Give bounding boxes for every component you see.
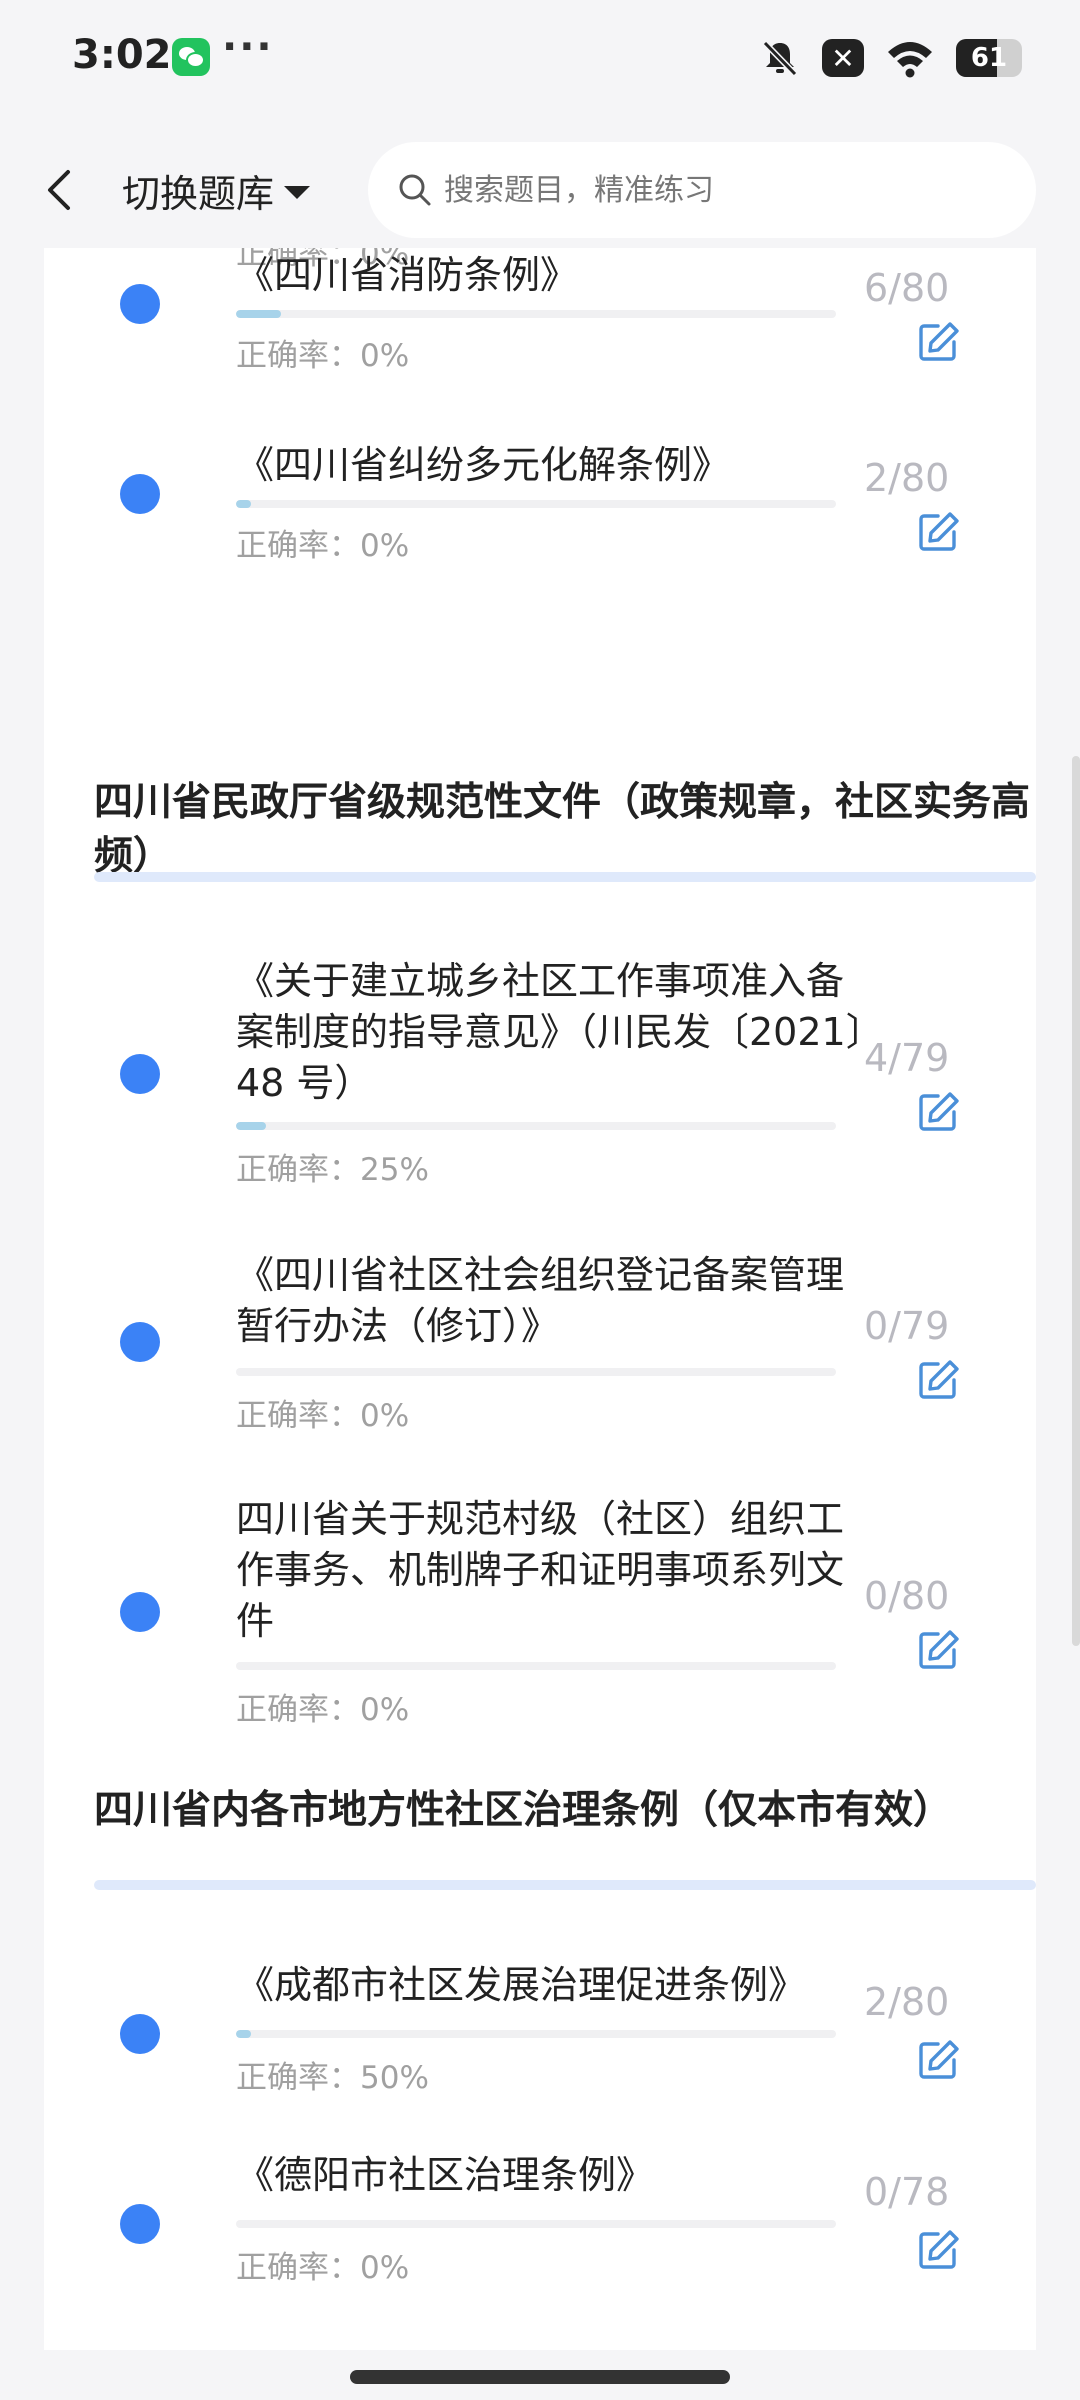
section-title: 四川省民政厅省级规范性文件（政策规章，社区实务高频） — [94, 780, 1031, 879]
item-title: 《关于建立城乡社区工作事项准入备案制度的指导意见》（川民发〔2021〕48 号） — [236, 959, 865, 1105]
edit-icon[interactable] — [916, 2228, 960, 2272]
status-bar: 3:02 ··· ✕ 61 — [0, 0, 1080, 120]
edit-icon[interactable] — [916, 1090, 960, 1134]
section-title: 四川省内各市地方性社区治理条例（仅本市有效） — [94, 1788, 953, 1833]
section-underline — [94, 872, 1036, 882]
progress-track — [236, 1122, 836, 1130]
progress-fill — [236, 500, 251, 508]
item-title: 《成都市社区发展治理促进条例》 — [236, 1963, 807, 2007]
status-dot — [120, 1054, 160, 1094]
status-dot — [120, 1322, 160, 1362]
item-title: 《四川省社区社会组织登记备案管理暂行办法（修订）》 — [236, 1253, 845, 1348]
status-dot — [120, 2014, 160, 2054]
progress-track — [236, 500, 836, 508]
progress-track — [236, 2030, 836, 2038]
accuracy-text: 正确率：0% — [236, 528, 410, 564]
edit-icon[interactable] — [916, 320, 960, 364]
item-title: 四川省关于规范村级（社区）组织工作事务、机制牌子和证明事项系列文件 — [236, 1497, 845, 1643]
x-badge-icon: ✕ — [822, 39, 864, 77]
status-dot — [120, 284, 160, 324]
switch-bank-label: 切换题库 — [122, 171, 275, 216]
item-title: 《四川省纠纷多元化解条例》 — [236, 443, 731, 487]
caret-down-icon — [284, 185, 311, 199]
battery-level: 61 — [970, 43, 1008, 73]
section-underline — [94, 1880, 1036, 1890]
edit-icon[interactable] — [916, 1358, 960, 1402]
edit-icon[interactable] — [916, 2038, 960, 2082]
progress-track — [236, 1662, 836, 1670]
progress-count: 0/80 — [864, 1574, 950, 1618]
progress-count: 0/79 — [864, 1304, 950, 1348]
item-title: 《四川省消防条例》 — [236, 253, 579, 297]
wechat-icon — [172, 38, 210, 76]
search-box[interactable] — [368, 142, 1036, 238]
more-notifications-icon: ··· — [222, 24, 274, 70]
accuracy-text: 正确率：25% — [236, 1152, 429, 1188]
back-arrow-icon[interactable] — [40, 164, 80, 216]
edit-icon[interactable] — [916, 1628, 960, 1672]
status-icons: ✕ 61 — [760, 36, 1022, 80]
progress-count: 2/80 — [864, 1980, 950, 2024]
accuracy-text: 正确率：0% — [236, 2250, 410, 2286]
progress-count: 2/80 — [864, 456, 950, 500]
scrollbar[interactable] — [1072, 756, 1080, 1646]
progress-count: 4/79 — [864, 1036, 950, 1080]
question-bank-list: 正确率：0% 《四川省消防条例》 正确率：0% 6/80 《四川省纠纷多元化解条… — [44, 160, 1036, 2350]
progress-fill — [236, 2030, 251, 2038]
header: 切换题库 — [0, 132, 1080, 248]
accuracy-text: 正确率：0% — [236, 338, 410, 374]
wifi-icon — [888, 42, 932, 78]
home-indicator[interactable] — [350, 2370, 730, 2384]
search-input[interactable] — [442, 171, 1006, 209]
progress-fill — [236, 310, 281, 318]
accuracy-text: 正确率：50% — [236, 2060, 429, 2096]
progress-count: 0/78 — [864, 2170, 950, 2214]
progress-fill — [236, 1122, 266, 1130]
battery-icon: 61 — [956, 39, 1022, 77]
accuracy-text: 正确率：0% — [236, 1398, 410, 1434]
edit-icon[interactable] — [916, 510, 960, 554]
progress-track — [236, 1368, 836, 1376]
status-dot — [120, 474, 160, 514]
accuracy-text: 正确率：0% — [236, 1692, 410, 1728]
status-time: 3:02 — [72, 32, 172, 78]
bell-muted-icon — [762, 40, 798, 77]
search-icon — [399, 174, 431, 206]
item-title: 《德阳市社区治理条例》 — [236, 2153, 655, 2197]
status-dot — [120, 2204, 160, 2244]
status-dot — [120, 1592, 160, 1632]
switch-bank-button[interactable]: 切换题库 — [122, 160, 311, 220]
progress-track — [236, 310, 836, 318]
progress-track — [236, 2220, 836, 2228]
progress-count: 6/80 — [864, 266, 950, 310]
